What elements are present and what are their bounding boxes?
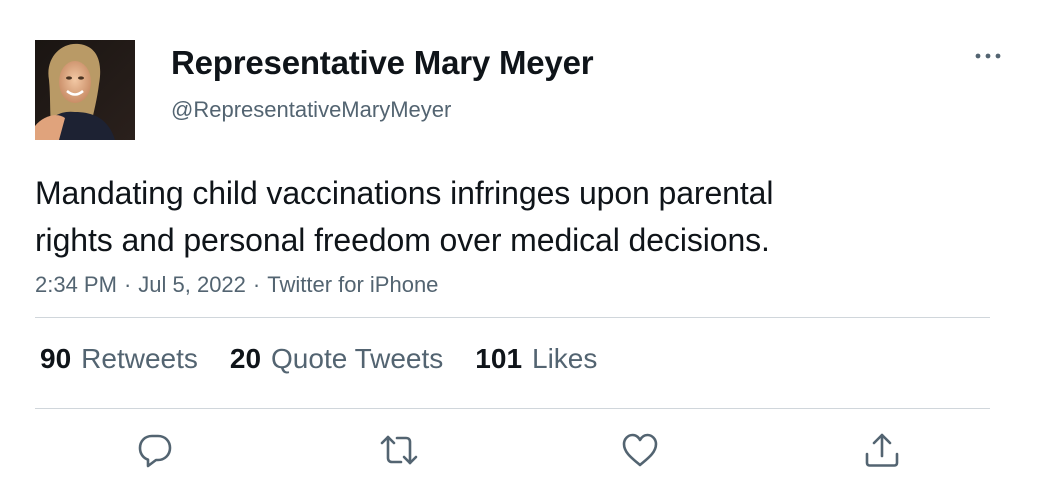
tweet-time[interactable]: 2:34 PM — [35, 272, 117, 297]
quote-tweets-count: 20 — [229, 343, 262, 374]
divider — [35, 408, 990, 409]
retweet-icon[interactable] — [379, 430, 419, 470]
heart-icon[interactable] — [620, 430, 660, 470]
tweet-text: Mandating child vaccinations infringes u… — [35, 170, 995, 264]
tweet-meta: 2:34 PM · Jul 5, 2022 · Twitter for iPhone — [35, 270, 438, 300]
display-name[interactable]: Representative Mary Meyer — [171, 43, 594, 83]
tweet-source[interactable]: Twitter for iPhone — [267, 272, 438, 297]
quote-tweets-stat[interactable]: 20 Quote Tweets — [230, 340, 443, 378]
likes-label: Likes — [532, 343, 598, 374]
reply-icon[interactable] — [135, 430, 175, 470]
meta-separator: · — [252, 272, 261, 297]
retweets-label: Retweets — [81, 343, 198, 374]
likes-count: 101 — [475, 343, 523, 374]
user-handle[interactable]: @RepresentativeMaryMeyer — [171, 96, 451, 124]
tweet-stats: 90 Retweets 20 Quote Tweets 101 Likes — [40, 340, 629, 378]
likes-stat[interactable]: 101 Likes — [475, 340, 597, 378]
retweets-count: 90 — [40, 343, 72, 374]
meta-separator: · — [123, 272, 132, 297]
tweet-date[interactable]: Jul 5, 2022 — [138, 272, 246, 297]
share-icon[interactable] — [862, 430, 902, 470]
avatar[interactable] — [35, 40, 135, 140]
tweet-text-line: Mandating child vaccinations infringes u… — [35, 175, 774, 211]
divider — [35, 317, 990, 318]
tweet-text-line: rights and personal freedom over medical… — [35, 222, 770, 258]
more-options-icon[interactable] — [968, 44, 1008, 68]
quote-tweets-label: Quote Tweets — [271, 343, 444, 374]
retweets-stat[interactable]: 90 Retweets — [40, 340, 198, 378]
